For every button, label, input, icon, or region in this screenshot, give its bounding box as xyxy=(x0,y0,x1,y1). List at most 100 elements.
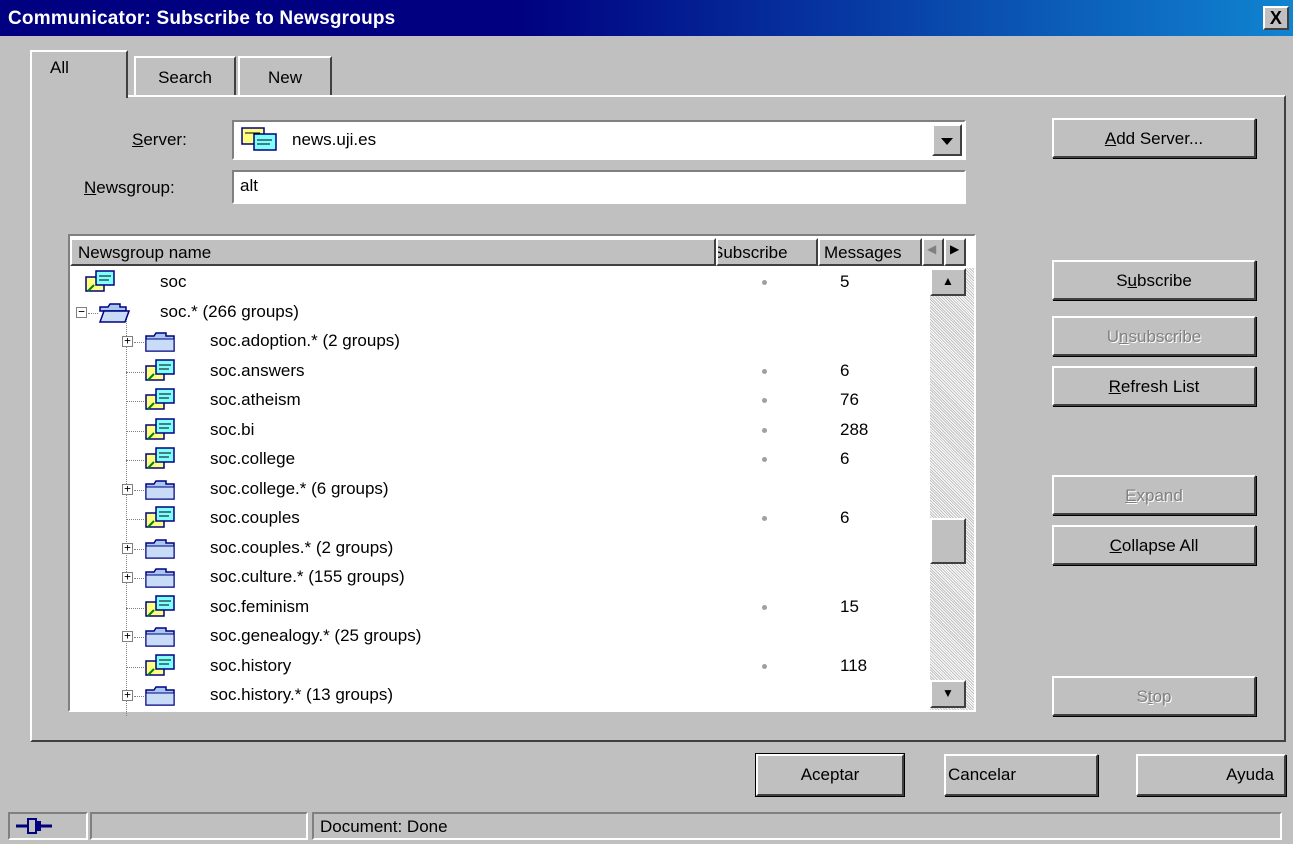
window-title: Communicator: Subscribe to Newsgroups xyxy=(8,8,396,29)
expand-toggle-icon[interactable]: + xyxy=(122,689,133,701)
message-count: 6 xyxy=(840,508,850,527)
newsgroup-input[interactable]: alt xyxy=(232,170,966,204)
newsgroup-name: soc.college xyxy=(210,449,296,468)
folder-icon xyxy=(144,328,176,359)
newsgroup-row[interactable]: soc.atheism 76 xyxy=(70,386,930,416)
message-count: 76 xyxy=(840,390,859,409)
stop-button[interactable]: Stop xyxy=(1052,676,1256,716)
close-icon[interactable]: X xyxy=(1263,6,1289,30)
folder-row[interactable]: + soc.college.* (6 groups) xyxy=(70,475,930,505)
subscribe-indicator[interactable] xyxy=(762,663,767,669)
tree-branch xyxy=(126,519,144,520)
collapse-all-button[interactable]: Collapse All xyxy=(1052,525,1256,565)
newsgroup-icon xyxy=(144,446,176,477)
newsgroup-list[interactable]: Newsgroup name Subscribe Messages ◀ ▶ so… xyxy=(68,234,976,716)
expand-toggle-icon[interactable]: + xyxy=(122,630,133,642)
add-server-button[interactable]: Add Server... xyxy=(1052,118,1256,158)
folder-row[interactable]: + soc.genealogy.* (25 groups) xyxy=(70,622,930,652)
newsgroup-row[interactable]: soc 5 xyxy=(70,268,930,298)
folder-icon xyxy=(144,535,176,566)
help-button[interactable]: Ayuda xyxy=(1136,754,1286,796)
newsgroup-row[interactable]: soc.history 118 xyxy=(70,652,930,682)
newsgroup-name: soc.* (266 groups) xyxy=(160,301,299,321)
newsgroup-row[interactable]: soc.college 6 xyxy=(70,445,930,475)
expand-toggle-icon[interactable]: + xyxy=(122,542,133,554)
tree-branch xyxy=(134,578,144,579)
newsgroup-name: soc.couples xyxy=(210,508,300,527)
newsgroup-name: soc xyxy=(160,272,187,291)
subscribe-indicator[interactable] xyxy=(762,457,767,462)
tree-branch xyxy=(134,696,144,697)
tree-branch xyxy=(134,637,144,638)
folder-icon xyxy=(144,476,176,507)
folder-row[interactable]: + soc.adoption.* (2 groups) xyxy=(70,327,930,357)
refresh-list-button[interactable]: Refresh List xyxy=(1052,366,1256,406)
newsgroup-row[interactable]: soc.answers 6 xyxy=(70,357,930,387)
connection-icon xyxy=(8,812,88,840)
message-count: 6 xyxy=(840,360,850,380)
newsgroup-row[interactable]: soc.bi 288 xyxy=(70,416,930,446)
tree-branch xyxy=(126,430,144,432)
server-dropdown[interactable]: news.uji.es xyxy=(232,120,966,160)
tree-branch xyxy=(126,371,144,373)
vertical-scrollbar[interactable]: ▲ ▼ xyxy=(930,268,974,710)
expand-toggle-icon[interactable]: + xyxy=(122,483,133,495)
message-count: 118 xyxy=(840,655,868,675)
collapse-toggle-icon[interactable]: − xyxy=(76,306,87,318)
scroll-up-icon[interactable]: ▲ xyxy=(930,268,966,296)
tree-branch xyxy=(126,401,144,402)
expand-toggle-icon[interactable]: + xyxy=(122,571,133,583)
tree-branch xyxy=(126,666,144,668)
folder-row[interactable]: + soc.history.* (13 groups) xyxy=(70,681,930,711)
tree-branch xyxy=(126,460,144,461)
scroll-down-icon[interactable]: ▼ xyxy=(930,680,966,708)
folder-icon xyxy=(144,682,176,713)
chevron-down-icon[interactable] xyxy=(932,124,962,156)
column-header-name[interactable]: Newsgroup name xyxy=(70,238,716,266)
subscribe-indicator[interactable] xyxy=(762,604,767,610)
column-header-messages[interactable]: Messages xyxy=(818,238,922,266)
scroll-right-icon[interactable]: ▶ xyxy=(944,238,966,266)
newsgroup-icon xyxy=(84,269,116,300)
tab-search[interactable]: Search xyxy=(134,56,236,98)
tree-branch xyxy=(134,342,144,343)
cancel-button[interactable]: Cancelar xyxy=(944,754,1098,796)
message-count: 6 xyxy=(840,449,850,468)
column-header-subscribe[interactable]: Subscribe xyxy=(716,238,818,266)
folder-row[interactable]: + soc.culture.* (155 groups) xyxy=(70,563,930,593)
scroll-left-icon[interactable]: ◀ xyxy=(922,238,944,266)
folder-row[interactable]: − soc.* (266 groups) xyxy=(70,298,930,328)
tab-all[interactable]: All xyxy=(30,50,128,98)
subscribe-indicator[interactable] xyxy=(762,516,767,521)
newsgroup-label: Newsgroup: xyxy=(84,178,175,197)
unsubscribe-button[interactable]: Unsubscribe xyxy=(1052,316,1256,356)
server-value: news.uji.es xyxy=(292,130,377,149)
newsgroup-name: soc.answers xyxy=(210,360,305,380)
expand-toggle-icon[interactable]: + xyxy=(122,335,133,347)
folder-row[interactable]: + soc.couples.* (2 groups) xyxy=(70,534,930,564)
newsgroup-name: soc.history xyxy=(210,655,292,675)
subscribe-indicator[interactable] xyxy=(762,398,767,403)
tab-new[interactable]: New xyxy=(238,56,332,98)
scroll-thumb[interactable] xyxy=(930,518,966,564)
subscribe-button[interactable]: Subscribe xyxy=(1052,260,1256,300)
subscribe-indicator[interactable] xyxy=(762,280,767,285)
subscribe-indicator[interactable] xyxy=(762,368,767,374)
folder-icon xyxy=(144,564,176,595)
newsgroup-name: soc.feminism xyxy=(210,596,310,616)
newsgroup-name: soc.college.* (6 groups) xyxy=(210,478,389,498)
ok-button[interactable]: Aceptar xyxy=(755,753,905,797)
newsgroup-name: soc.bi xyxy=(210,419,255,439)
newsgroup-icon xyxy=(144,505,176,536)
newsgroup-row[interactable]: soc.feminism 15 xyxy=(70,593,930,623)
news-server-icon xyxy=(241,127,277,151)
subscribe-indicator[interactable] xyxy=(762,427,767,433)
title-bar: Communicator: Subscribe to Newsgroups X xyxy=(0,0,1293,36)
tab-new-label: New xyxy=(267,68,302,87)
tree-branch xyxy=(88,312,98,314)
tab-search-label: Search xyxy=(158,68,212,87)
expand-button[interactable]: Expand xyxy=(1052,475,1256,515)
newsgroup-row[interactable]: soc.couples 6 xyxy=(70,504,930,534)
status-text: Document: Done xyxy=(312,812,1282,840)
newsgroup-name: soc.culture.* (155 groups) xyxy=(210,567,405,586)
